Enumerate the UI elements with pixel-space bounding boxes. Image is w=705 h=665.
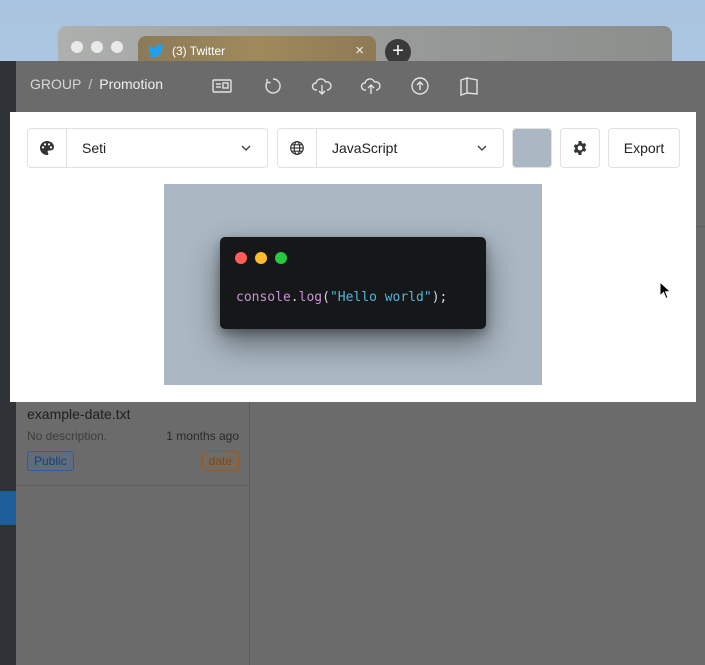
window-dot-green: [275, 252, 287, 264]
code-token-object: console: [236, 290, 291, 305]
tab-title: (3) Twitter: [172, 44, 226, 58]
window-minimize-dot[interactable]: [91, 41, 103, 53]
breadcrumb-current: Promotion: [99, 76, 164, 92]
theme-value: Seti: [82, 140, 107, 156]
visibility-badge: Public: [27, 451, 74, 471]
code-preview: console.log("Hello world");: [164, 184, 542, 385]
cloud-download-icon[interactable]: [311, 75, 333, 97]
mouse-cursor-icon: [659, 281, 672, 300]
language-select[interactable]: JavaScript: [277, 128, 504, 168]
code-token-open: (: [322, 290, 330, 305]
file-description: No description.: [27, 429, 108, 443]
chevron-down-icon: [241, 145, 251, 151]
list-divider: [16, 485, 249, 486]
window-dot-yellow: [255, 252, 267, 264]
circle-icon[interactable]: [262, 75, 284, 97]
language-value: JavaScript: [332, 140, 398, 156]
code-token-close: );: [431, 290, 448, 305]
left-rail-active-marker[interactable]: [0, 491, 16, 525]
window-close-dot[interactable]: [71, 41, 83, 53]
code-window: console.log("Hello world");: [220, 237, 486, 329]
language-icon-cell: [278, 129, 317, 167]
chevron-down-icon: [477, 145, 487, 151]
breadcrumb-separator: /: [88, 76, 93, 92]
code-token-method: log: [298, 290, 323, 305]
gear-icon: [573, 141, 587, 155]
globe-icon: [290, 141, 304, 155]
file-timestamp: 1 months ago: [166, 429, 239, 443]
book-icon[interactable]: [458, 75, 480, 97]
code-image-modal: Seti JavaScript Export console.log("Hell…: [10, 112, 696, 402]
code-line[interactable]: console.log("Hello world");: [236, 290, 447, 305]
file-name[interactable]: example-date.txt: [27, 406, 131, 422]
window-dot-red: [235, 252, 247, 264]
arrow-up-circle-icon[interactable]: [409, 75, 431, 97]
breadcrumb-group[interactable]: GROUP: [30, 76, 81, 92]
code-token-string: "Hello world": [329, 290, 432, 305]
theme-select[interactable]: Seti: [27, 128, 268, 168]
background-color-swatch[interactable]: [512, 128, 552, 168]
export-button[interactable]: Export: [608, 128, 680, 168]
settings-button[interactable]: [560, 128, 600, 168]
cloud-upload-icon[interactable]: [360, 75, 382, 97]
tag-badge[interactable]: date: [201, 451, 239, 471]
file-list: example-date.txt No description. 1 month…: [16, 401, 249, 665]
window-maximize-dot[interactable]: [111, 41, 123, 53]
breadcrumb: GROUP / Promotion: [30, 76, 163, 92]
divider: [695, 226, 705, 227]
code-token-dot: .: [290, 290, 299, 305]
palette-icon: [40, 141, 54, 155]
twitter-bird-icon: [148, 44, 164, 58]
theme-icon-cell: [28, 129, 67, 167]
reader-icon[interactable]: [211, 75, 233, 97]
tab-close-icon[interactable]: ×: [355, 42, 364, 59]
column-divider: [249, 401, 250, 665]
